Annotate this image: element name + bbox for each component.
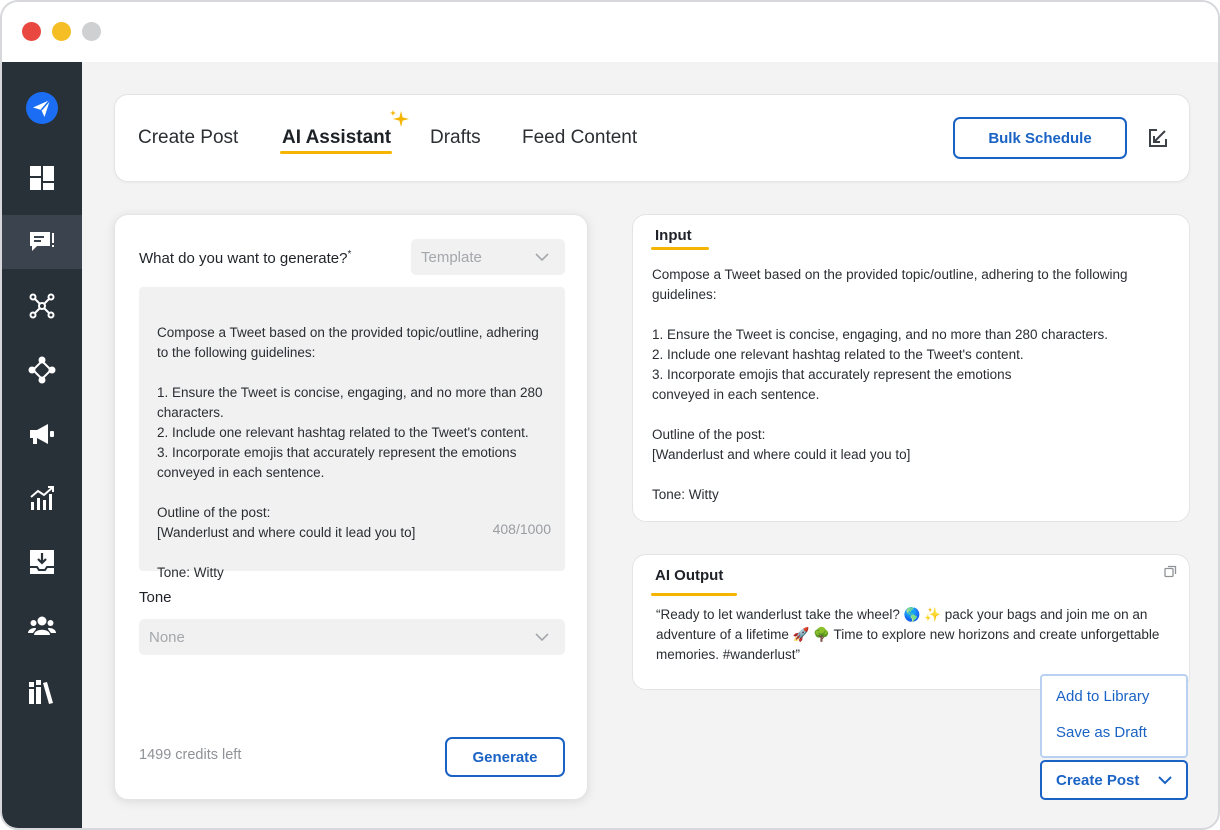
edit-icon[interactable] [1147, 127, 1169, 149]
generator-panel: What do you want to generate?* Template … [114, 214, 588, 800]
sidebar-item-team[interactable] [2, 599, 82, 653]
tone-select-value: None [149, 628, 185, 646]
sidebar-item-home[interactable] [2, 81, 82, 135]
paper-plane-logo-icon [26, 92, 58, 124]
close-window-button[interactable] [22, 22, 41, 41]
prompt-text: Compose a Tweet based on the provided to… [157, 325, 543, 580]
create-post-menu: Add to Library Save as Draft [1040, 674, 1188, 758]
minimize-window-button[interactable] [52, 22, 71, 41]
inbox-download-icon [30, 550, 54, 574]
create-post-button[interactable]: Create Post [1040, 760, 1188, 800]
sidebar-item-compose[interactable] [2, 215, 82, 269]
input-panel-title: Input [655, 227, 692, 244]
maximize-window-button[interactable] [82, 22, 101, 41]
chevron-down-icon [535, 633, 549, 641]
template-select-placeholder: Template [421, 248, 482, 266]
tone-select[interactable]: None [139, 619, 565, 655]
app-window: Create Post AI Assistant Drafts Feed Con… [0, 0, 1220, 830]
ai-output-title-underline [651, 593, 737, 596]
input-title-underline [651, 247, 709, 250]
network-hub-icon [29, 293, 55, 319]
create-post-label: Create Post [1056, 772, 1140, 789]
copy-icon[interactable] [1164, 565, 1177, 578]
prompt-textarea[interactable]: Compose a Tweet based on the provided to… [139, 287, 565, 580]
generate-button[interactable]: Generate [445, 737, 565, 777]
add-to-library-item[interactable]: Add to Library [1056, 688, 1149, 705]
sidebar-item-workflow[interactable] [2, 343, 82, 397]
input-panel-text: Compose a Tweet based on the provided to… [652, 267, 1128, 502]
tone-label: Tone [139, 589, 172, 606]
compose-message-icon [30, 232, 54, 251]
sidebar-item-dashboard[interactable] [2, 151, 82, 205]
sidebar-item-analytics[interactable] [2, 471, 82, 525]
chevron-down-icon [535, 253, 549, 261]
tab-create-post[interactable]: Create Post [138, 127, 238, 149]
sidebar-item-network[interactable] [2, 279, 82, 333]
ai-output-panel: AI Output “Ready to let wanderlust take … [632, 554, 1190, 690]
ai-output-title: AI Output [655, 567, 724, 584]
character-counter: 408/1000 [492, 521, 551, 537]
sidebar [2, 62, 82, 828]
sidebar-item-inbox[interactable] [2, 535, 82, 589]
credits-remaining: 1499 credits left [139, 747, 242, 763]
megaphone-icon [30, 424, 54, 444]
workflow-nodes-icon [28, 356, 56, 384]
required-mark: * [347, 249, 352, 260]
generate-question-label: What do you want to generate?* [139, 249, 352, 267]
bulk-schedule-button[interactable]: Bulk Schedule [953, 117, 1127, 159]
analytics-chart-icon [30, 486, 54, 510]
template-select[interactable]: Template [411, 239, 565, 275]
tabs-bar: Create Post AI Assistant Drafts Feed Con… [114, 94, 1190, 182]
save-as-draft-item[interactable]: Save as Draft [1056, 724, 1147, 741]
sidebar-item-campaigns[interactable] [2, 407, 82, 461]
team-users-icon [28, 616, 56, 635]
tab-ai-assistant[interactable]: AI Assistant [282, 127, 391, 149]
library-books-icon [29, 680, 53, 704]
tab-drafts[interactable]: Drafts [430, 127, 481, 149]
sidebar-item-library[interactable] [2, 665, 82, 719]
sparkle-icon [390, 110, 409, 127]
active-tab-underline [280, 151, 392, 154]
dashboard-grid-icon [30, 166, 54, 190]
ai-output-text: “Ready to let wanderlust take the wheel?… [656, 607, 1160, 662]
input-panel: Input Compose a Tweet based on the provi… [632, 214, 1190, 522]
window-titlebar [2, 2, 1218, 62]
chevron-down-icon[interactable] [1158, 776, 1172, 785]
main-content: Create Post AI Assistant Drafts Feed Con… [82, 62, 1218, 828]
tab-feed-content[interactable]: Feed Content [522, 127, 637, 149]
